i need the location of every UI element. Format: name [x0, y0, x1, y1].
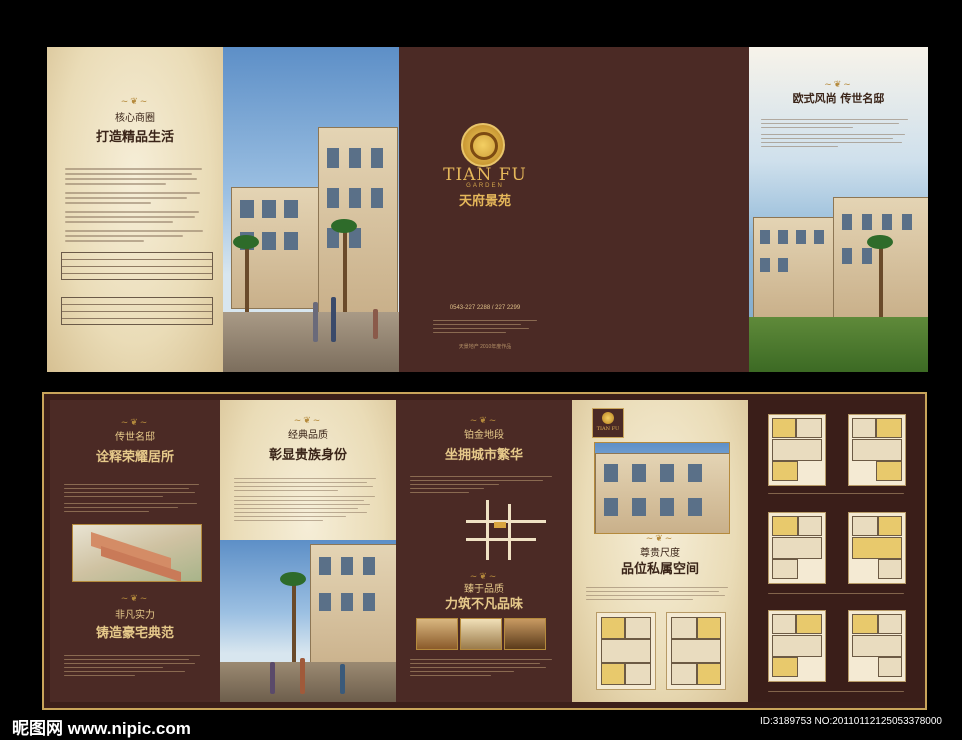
- panel-title: 品位私属空间: [620, 562, 699, 577]
- panel-subtitle: 核心商圈: [115, 113, 155, 124]
- panel-title: 打造精品生活: [95, 130, 174, 145]
- contact-details: [433, 317, 537, 336]
- european-style-panel: ~❦~ 欧式风尚 传世名邸: [749, 47, 928, 372]
- palm-tree: [879, 242, 883, 322]
- pedestrian: [313, 302, 318, 342]
- body-text-block-2: [410, 656, 558, 679]
- body-text-block: [586, 584, 734, 603]
- brochure-outer-side: ~❦~ 核心商圈 打造精品生活 TIAN FU GARDEN 天府景苑 0543…: [47, 47, 928, 372]
- ornament-divider: ~❦~: [120, 97, 150, 107]
- panel-title: 坐拥城市繁华: [444, 448, 523, 463]
- floor-plan: [596, 612, 656, 690]
- inner-panel-5-floorplans: [748, 400, 923, 702]
- small-brand-logo-text: TIAN FU: [596, 426, 620, 432]
- facade-photo-grid: [594, 442, 730, 534]
- floor-plan: [848, 512, 906, 584]
- body-text-block: [220, 463, 396, 521]
- panel-title-2: 力筑不凡品味: [444, 597, 523, 612]
- top-right-brown-panel: [571, 47, 749, 372]
- interior-photo: [504, 618, 546, 650]
- body-text-block: [396, 463, 572, 493]
- pedestrian: [331, 297, 336, 342]
- brand-logo-chinese: 天府景苑: [458, 193, 511, 208]
- lawn: [749, 317, 928, 372]
- panel-title: 诠释荣耀居所: [95, 450, 174, 465]
- ornament-divider: ~❦~: [824, 80, 853, 90]
- aerial-render-photo: [72, 524, 202, 582]
- pedestrian: [300, 658, 305, 694]
- floor-plan: [768, 610, 826, 682]
- ornament-divider: ~❦~: [293, 416, 323, 426]
- divider: [768, 493, 904, 494]
- site-watermark: 昵图网 www.nipic.com: [12, 719, 191, 738]
- body-text-block: [749, 106, 928, 147]
- building: [318, 127, 398, 314]
- location-map: [466, 500, 546, 560]
- ornament-divider: ~❦~: [120, 418, 150, 428]
- building: [310, 544, 396, 676]
- inner-panel-2: ~❦~ 经典品质 彰显贵族身份: [220, 400, 396, 702]
- price-table: [61, 252, 213, 280]
- street-ground: [220, 662, 396, 702]
- ornament-divider: ~❦~: [469, 416, 499, 426]
- small-brand-logo: TIAN FU: [592, 408, 624, 438]
- floor-plan: [768, 512, 826, 584]
- floor-plan: [848, 414, 906, 486]
- ornament-divider: ~❦~: [120, 594, 150, 604]
- palm-tree: [292, 580, 296, 670]
- divider: [768, 593, 904, 594]
- panel-subtitle: 尊贵尺度: [640, 548, 680, 559]
- interior-photo: [416, 618, 458, 650]
- contact-phone: 0543-227 2288 / 227 2299: [449, 305, 521, 311]
- building: [753, 217, 835, 319]
- pedestrian: [270, 662, 275, 694]
- top-left-text-panel: ~❦~ 核心商圈 打造精品生活: [47, 47, 223, 372]
- brochure-inner-side: ~❦~ 传世名邸 诠释荣耀居所 ~❦~ 非凡实力 铸造豪宅典范 ~❦~ 经典品质…: [42, 392, 927, 710]
- brand-logo-latin: TIAN FU: [443, 165, 527, 185]
- price-table-2: [61, 297, 213, 325]
- body-text-block: [47, 145, 223, 242]
- image-id-watermark: ID:3189753 NO:20110112125053378000: [759, 716, 942, 727]
- body-text-block: [50, 465, 220, 512]
- interior-photo: [460, 618, 502, 650]
- floor-plan: [848, 610, 906, 682]
- panel-subtitle: 铂金地段: [464, 430, 504, 441]
- body-text-block-2: [64, 652, 206, 679]
- floor-plan: [768, 414, 826, 486]
- pedestrian: [373, 309, 378, 339]
- panel-title: 欧式风尚 传世名邸: [792, 92, 885, 105]
- inner-panel-4: TIAN FU ~❦~ 尊贵尺度 品位私属空间: [572, 400, 748, 702]
- panel-title: 彰显贵族身份: [268, 448, 347, 463]
- divider: [768, 691, 904, 692]
- inner-panel-1: ~❦~ 传世名邸 诠释荣耀居所 ~❦~ 非凡实力 铸造豪宅典范: [50, 400, 220, 702]
- shopping-street-photo: [220, 540, 396, 702]
- cover-panel: TIAN FU GARDEN 天府景苑 0543-227 2288 / 227 …: [399, 47, 571, 372]
- panel-subtitle: 传世名邸: [115, 432, 155, 443]
- ornament-divider: ~❦~: [645, 534, 675, 544]
- brand-logo-garden: GARDEN: [466, 183, 504, 189]
- pedestrian: [340, 664, 345, 694]
- panel-subtitle: 经典品质: [288, 430, 328, 441]
- street-render-photo: [223, 47, 399, 372]
- panel-subtitle-2: 非凡实力: [115, 610, 155, 621]
- inner-panel-3: ~❦~ 铂金地段 坐拥城市繁华 ~❦~ 臻于品质 力筑不凡品味: [396, 400, 572, 702]
- floor-plan: [666, 612, 726, 690]
- cover-footer: 天景地产 2010年度作品: [458, 344, 512, 350]
- brand-logo-emblem: [461, 123, 505, 167]
- panel-title-2: 铸造豪宅典范: [95, 626, 174, 641]
